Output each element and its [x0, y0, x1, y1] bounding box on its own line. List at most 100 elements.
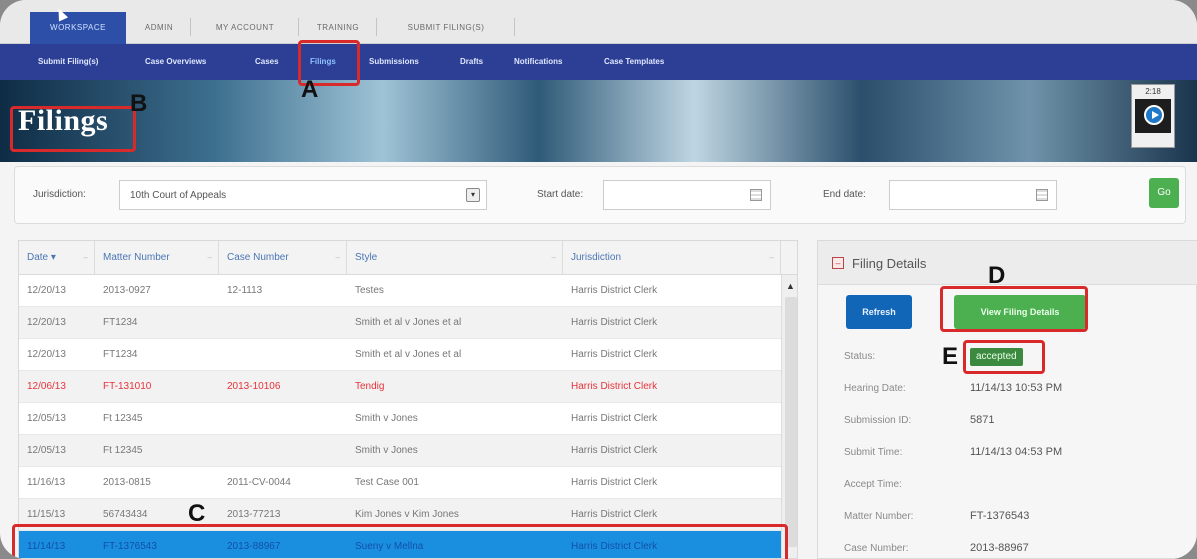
annotation-label-d: D — [988, 262, 1006, 289]
column-header-jurisdiction[interactable]: Jurisdiction – — [563, 241, 781, 275]
jurisdiction-value: 10th Court of Appeals — [130, 190, 227, 201]
sort-icon: – — [769, 253, 774, 262]
tab-my-account[interactable]: MY ACCOUNT — [194, 12, 296, 44]
tab-workspace[interactable]: WORKSPACE — [30, 12, 126, 44]
column-header-label: Jurisdiction — [571, 252, 622, 263]
subnav-cases[interactable]: Cases — [255, 44, 279, 80]
go-button[interactable]: Go — [1149, 178, 1179, 208]
cell-style: Tendig — [355, 381, 385, 392]
video-screen — [1135, 99, 1171, 133]
cell-date: 12/20/13 — [27, 317, 66, 328]
column-header-label: Style — [355, 252, 378, 263]
subnav-case-templates[interactable]: Case Templates — [604, 44, 664, 80]
calendar-icon[interactable] — [1036, 189, 1048, 201]
tab-divider — [190, 18, 191, 36]
annotation-box-c — [12, 524, 788, 559]
cell-date: 12/05/13 — [27, 445, 66, 456]
column-header-style[interactable]: Style – — [347, 241, 563, 275]
filter-bar: Jurisdiction: 10th Court of Appeals ▾ St… — [14, 166, 1186, 224]
details-value: 2013-88967 — [970, 542, 1029, 554]
filings-table: Date ▾ – Matter Number – Case Number – Styl… — [18, 240, 798, 559]
top-tab-bar: WORKSPACE ADMIN MY ACCOUNT TRAINING SUBM… — [0, 0, 1197, 44]
cell-matter-number: Ft 12345 — [103, 445, 143, 456]
table-scrollbar[interactable]: ▲ — [781, 275, 797, 558]
cell-case-number — [219, 435, 347, 467]
cell-jurisdiction: Harris District Clerk — [571, 477, 658, 488]
table-row[interactable]: 12/06/13 FT-131010 2013-10106 Tendig Harris … — [19, 371, 781, 403]
column-header-matter-number[interactable]: Matter Number – — [95, 241, 219, 275]
cell-case-number: 12-1113 — [227, 285, 263, 296]
table-row[interactable]: 12/20/13 FT1234 Smith et al v Jones et al H… — [19, 307, 781, 339]
cell-matter-number: FT1234 — [103, 317, 138, 328]
cell-style: Testes — [355, 285, 384, 296]
column-header-label: Date — [27, 252, 49, 263]
cell-date: 12/20/13 — [27, 285, 66, 296]
scrollbar-thumb[interactable] — [785, 297, 797, 547]
details-label: Status: — [844, 351, 876, 362]
details-label: Submission ID: — [844, 415, 912, 426]
annotation-label-b: B — [130, 90, 148, 117]
end-date-label: End date: — [823, 189, 866, 200]
column-header-date[interactable]: Date ▾ – — [19, 241, 95, 275]
details-value: 11/14/13 10:53 PM — [970, 382, 1063, 394]
cell-jurisdiction: Harris District Clerk — [571, 285, 658, 296]
subnav-notifications[interactable]: Notifications — [514, 44, 562, 80]
cell-matter-number: FT1234 — [103, 349, 138, 360]
table-row[interactable]: 12/05/13 Ft 12345 Smith v Jones Harris Dist… — [19, 435, 781, 467]
refresh-button[interactable]: Refresh — [846, 295, 912, 329]
jurisdiction-select[interactable]: 10th Court of Appeals ▾ — [119, 180, 487, 210]
page-banner: Filings — [0, 80, 1197, 162]
app-window: WORKSPACE ADMIN MY ACCOUNT TRAINING SUBM… — [0, 0, 1197, 559]
panel-title: Filing Details — [852, 256, 927, 271]
video-duration: 2:18 — [1145, 87, 1161, 96]
subnav-case-overviews[interactable]: Case Overviews — [145, 44, 206, 80]
cell-case-number: 2013-10106 — [227, 381, 281, 392]
table-row[interactable]: 11/16/13 2013-0815 2011-CV-0044 Test Case 0… — [19, 467, 781, 499]
cell-matter-number: 2013-0927 — [103, 285, 151, 296]
cell-jurisdiction: Harris District Clerk — [571, 445, 658, 456]
table-row[interactable]: 12/05/13 Ft 12345 Smith v Jones Harris Dist… — [19, 403, 781, 435]
end-date-input[interactable] — [889, 180, 1057, 210]
cell-style: Smith v Jones — [355, 445, 418, 456]
collapse-icon[interactable]: – — [832, 257, 844, 269]
table-row[interactable]: 12/20/13 2013-0927 12-1113 Testes Harris Dis… — [19, 275, 781, 307]
calendar-icon[interactable] — [750, 189, 762, 201]
annotation-box-d — [940, 286, 1088, 332]
start-date-input[interactable] — [603, 180, 771, 210]
details-row: Case Number: 2013-88967 — [818, 533, 1197, 559]
cell-date: 12/20/13 — [27, 349, 66, 360]
details-value: FT-1376543 — [970, 510, 1030, 522]
annotation-box-e — [963, 340, 1045, 374]
tab-submit-filings[interactable]: SUBMIT FILING(S) — [380, 12, 512, 44]
cell-case-number — [219, 403, 347, 435]
cell-style: Smith et al v Jones et al — [355, 317, 462, 328]
table-header: Date ▾ – Matter Number – Case Number – Styl… — [19, 241, 797, 275]
table-row[interactable]: 12/20/13 FT1234 Smith et al v Jones et al H… — [19, 339, 781, 371]
play-icon[interactable] — [1144, 105, 1164, 125]
annotation-label-a: A — [301, 76, 319, 103]
sort-icon: – — [207, 253, 212, 262]
scroll-up-icon[interactable]: ▲ — [786, 281, 795, 291]
column-header-case-number[interactable]: Case Number – — [219, 241, 347, 275]
cell-matter-number: 2013-0815 — [103, 477, 151, 488]
cell-case-number — [219, 339, 347, 371]
subnav-submissions[interactable]: Submissions — [369, 44, 419, 80]
sort-icon: – — [83, 253, 88, 262]
subnav-drafts[interactable]: Drafts — [460, 44, 483, 80]
cell-jurisdiction: Harris District Clerk — [571, 381, 658, 392]
subnav-submit-filings[interactable]: Submit Filing(s) — [38, 44, 98, 80]
cell-jurisdiction: Harris District Clerk — [571, 317, 658, 328]
sort-icon: – — [551, 253, 556, 262]
column-header-label: Case Number — [227, 252, 289, 263]
chevron-down-icon[interactable]: ▾ — [466, 188, 480, 202]
cell-matter-number: Ft 12345 — [103, 413, 143, 424]
jurisdiction-label: Jurisdiction: — [33, 189, 86, 200]
cell-case-number: 2011-CV-0044 — [227, 477, 291, 488]
details-label: Accept Time: — [844, 479, 902, 490]
tab-admin[interactable]: ADMIN — [130, 12, 188, 44]
cell-date: 11/16/13 — [27, 477, 66, 488]
tutorial-video-thumbnail[interactable]: 2:18 — [1131, 84, 1175, 148]
cell-jurisdiction: Harris District Clerk — [571, 413, 658, 424]
details-row: Submission ID: 5871 — [818, 405, 1197, 437]
cell-style: Test Case 001 — [355, 477, 419, 488]
